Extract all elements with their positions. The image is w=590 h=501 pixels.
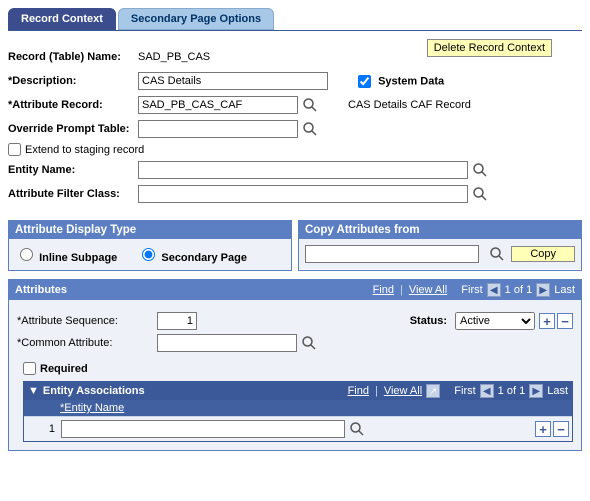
find-link[interactable]: Find xyxy=(373,284,394,296)
copy-button[interactable]: Copy xyxy=(511,246,575,262)
entity-view-all-link[interactable]: View All xyxy=(384,385,422,397)
entity-name-input[interactable] xyxy=(138,161,468,179)
panel-copy-attributes-from: Copy Attributes from Copy xyxy=(298,220,582,271)
lookup-icon[interactable] xyxy=(472,186,488,202)
tab-secondary-page-options[interactable]: Secondary Page Options xyxy=(118,8,274,30)
entity-delete-row-button[interactable]: − xyxy=(553,421,569,437)
entity-table-row: 1 + − xyxy=(24,416,572,441)
panel-header-display-type: Attribute Display Type xyxy=(9,221,291,239)
description-input[interactable] xyxy=(138,72,328,90)
label-extend-staging: Extend to staging record xyxy=(25,144,144,156)
label-record-name: Record (Table) Name: xyxy=(8,51,138,63)
entity-prev-icon[interactable]: ◀ xyxy=(480,384,494,398)
col-row-number xyxy=(26,402,60,414)
record-position: 1 of 1 xyxy=(505,284,533,296)
system-data-checkbox[interactable] xyxy=(358,75,371,88)
tab-record-context[interactable]: Record Context xyxy=(8,8,116,30)
first-label: First xyxy=(461,284,482,296)
add-row-button[interactable]: + xyxy=(539,313,555,329)
entity-add-row-button[interactable]: + xyxy=(535,421,551,437)
entity-first-label: First xyxy=(454,385,475,397)
override-prompt-input[interactable] xyxy=(138,120,298,138)
label-override-prompt: Override Prompt Table: xyxy=(8,123,138,135)
next-icon[interactable]: ▶ xyxy=(536,283,550,297)
panel-header-copy-from: Copy Attributes from xyxy=(299,221,581,239)
status-select[interactable]: Active xyxy=(455,312,535,330)
radio-inline-subpage[interactable] xyxy=(20,248,33,261)
lookup-icon[interactable] xyxy=(489,246,505,262)
panel-header-entity: Entity Associations xyxy=(43,385,145,397)
label-entity-name: Entity Name: xyxy=(8,164,138,176)
entity-position: 1 of 1 xyxy=(498,385,526,397)
extend-staging-checkbox[interactable] xyxy=(8,143,21,156)
radio-secondary-page[interactable] xyxy=(142,248,155,261)
label-system-data: System Data xyxy=(378,75,444,87)
delete-record-context-button[interactable]: Delete Record Context xyxy=(427,39,552,57)
last-label: Last xyxy=(554,284,575,296)
panel-header-attributes: Attributes xyxy=(15,284,67,296)
entity-find-link[interactable]: Find xyxy=(348,385,369,397)
label-attr-sequence: *Attribute Sequence: xyxy=(17,315,157,327)
delete-row-button[interactable]: − xyxy=(557,313,573,329)
col-entity-name[interactable]: *Entity Name xyxy=(60,402,570,414)
copy-from-input[interactable] xyxy=(305,245,479,263)
value-record-name: SAD_PB_CAS xyxy=(138,51,210,63)
label-status: Status: xyxy=(410,315,447,327)
view-all-link[interactable]: View All xyxy=(409,284,447,296)
lookup-icon[interactable] xyxy=(349,421,365,437)
lookup-icon[interactable] xyxy=(301,335,317,351)
attribute-record-input[interactable] xyxy=(138,96,298,114)
label-description: *Description: xyxy=(8,75,138,87)
entity-row-number: 1 xyxy=(27,423,61,435)
panel-entity-associations: ▼ Entity Associations Find | View All ↗ … xyxy=(23,381,573,442)
common-attribute-input[interactable] xyxy=(157,334,297,352)
label-common-attribute: *Common Attribute: xyxy=(17,337,157,349)
required-checkbox[interactable] xyxy=(23,362,36,375)
page-tabs: Record Context Secondary Page Options xyxy=(8,8,582,31)
popout-icon[interactable]: ↗ xyxy=(426,384,440,398)
label-attribute-filter: Attribute Filter Class: xyxy=(8,188,138,200)
lookup-icon[interactable] xyxy=(302,121,318,137)
entity-name-row-input[interactable] xyxy=(61,420,345,438)
lookup-icon[interactable] xyxy=(472,162,488,178)
collapse-toggle-icon[interactable]: ▼ xyxy=(28,385,39,397)
entity-last-label: Last xyxy=(547,385,568,397)
lookup-icon[interactable] xyxy=(302,97,318,113)
prev-icon[interactable]: ◀ xyxy=(487,283,501,297)
panel-attribute-display-type: Attribute Display Type Inline Subpage Se… xyxy=(8,220,292,271)
panel-attributes: Attributes Find | View All First ◀ 1 of … xyxy=(8,279,582,451)
attribute-record-description: CAS Details CAF Record xyxy=(348,99,471,111)
attr-sequence-input[interactable] xyxy=(157,312,197,330)
label-required: Required xyxy=(40,363,88,375)
entity-next-icon[interactable]: ▶ xyxy=(529,384,543,398)
label-attribute-record: *Attribute Record: xyxy=(8,99,138,111)
attribute-filter-input[interactable] xyxy=(138,185,468,203)
